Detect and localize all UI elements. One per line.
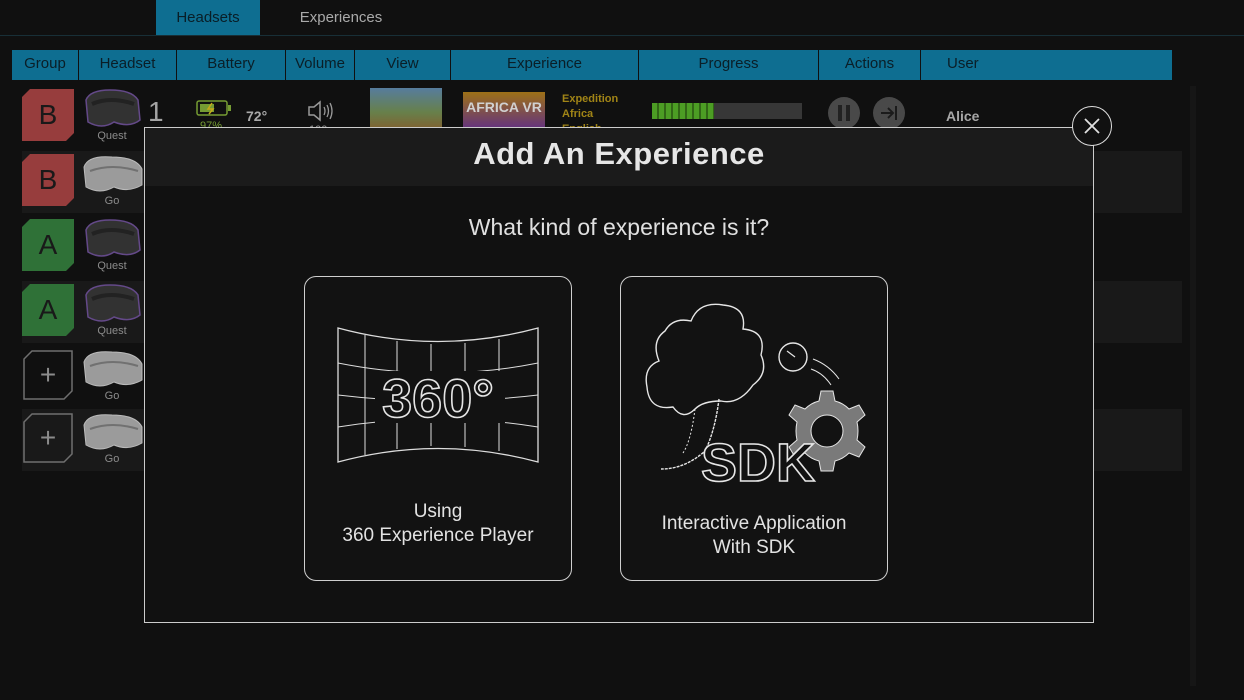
option-sdk-label-line2: With SDK	[712, 537, 796, 558]
360-panorama-icon: 360°	[337, 327, 539, 463]
dialog-question: What kind of experience is it?	[468, 214, 770, 240]
close-dialog-button[interactable]	[1072, 106, 1112, 146]
option-360-label: Using 360 Experience Player	[305, 500, 571, 548]
option-360-player-button[interactable]: 360° Using 360 Experience Player	[304, 276, 572, 581]
option-sdk-label: Interactive Application With SDK	[621, 512, 887, 560]
option-sdk-label-line1: Interactive Application	[661, 513, 847, 534]
add-experience-dialog: Add An Experience What kind of experienc…	[144, 127, 1094, 623]
option-sdk-application-button[interactable]: SDK Interactive Application With SDK	[620, 276, 888, 581]
360-icon-text: 360°	[382, 369, 494, 429]
dialog-title: Add An Experience	[473, 136, 765, 171]
sdk-icon-text: SDK	[701, 433, 815, 491]
close-icon	[1084, 118, 1100, 134]
sdk-tree-gear-icon: SDK	[645, 303, 866, 491]
option-360-label-line1: Using	[413, 501, 463, 522]
option-360-label-line2: 360 Experience Player	[342, 525, 534, 546]
